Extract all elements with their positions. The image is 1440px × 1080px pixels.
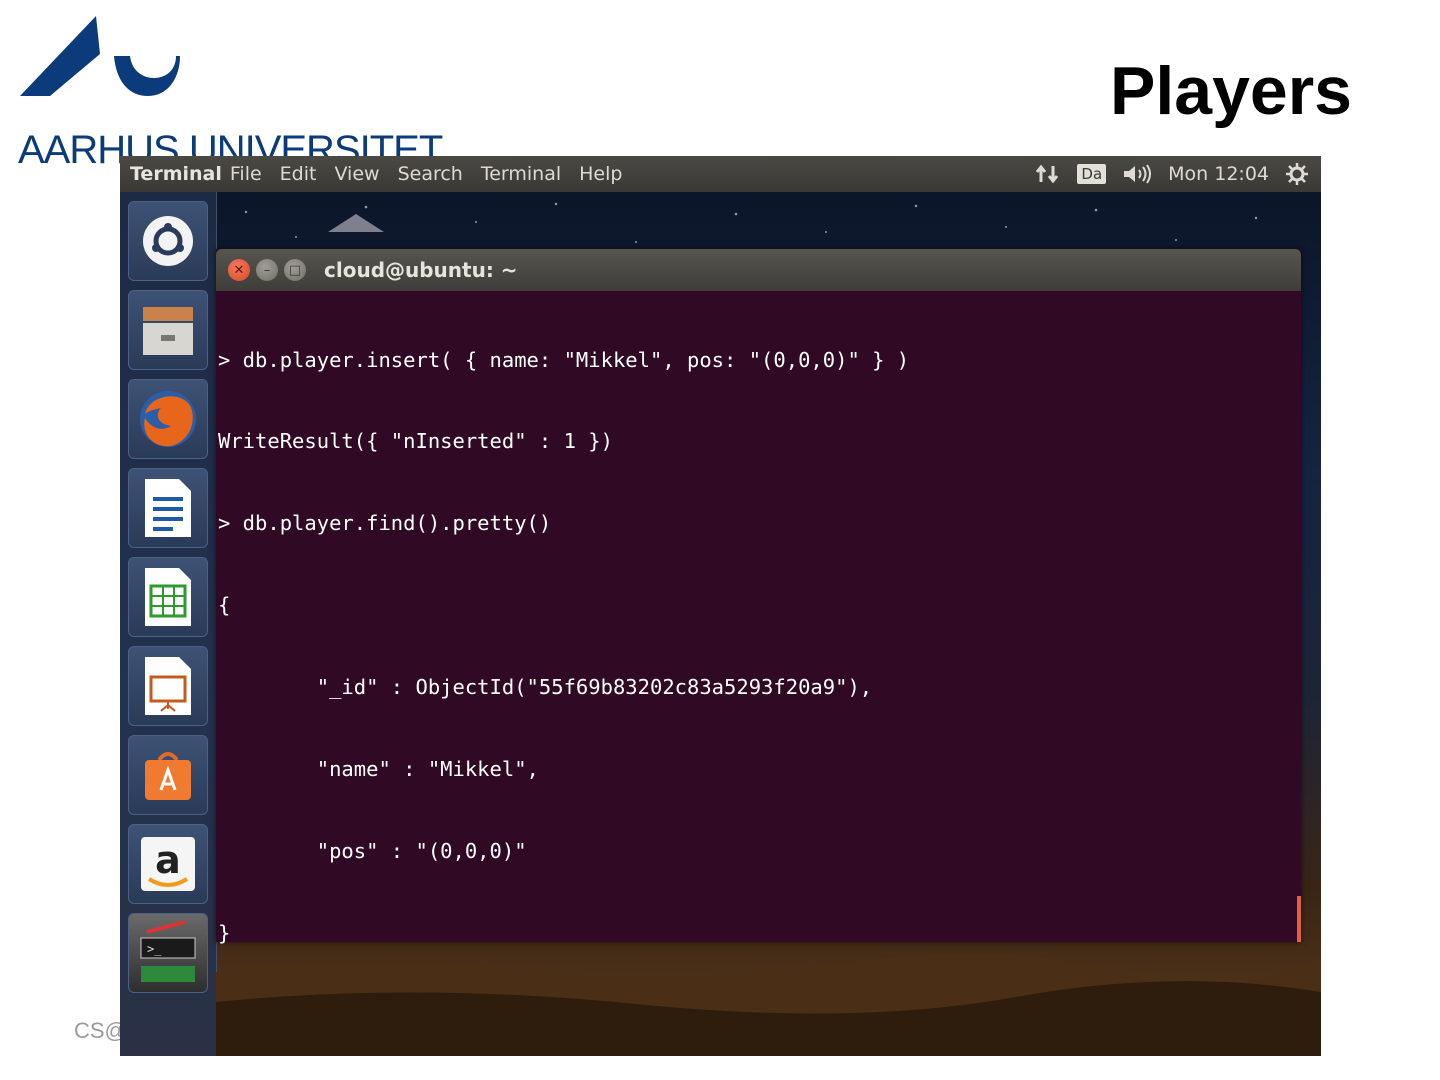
terminal-output[interactable]: > db.player.insert( { name: "Mikkel", po… — [218, 291, 1301, 1027]
stacked-apps-icon[interactable]: >_ — [128, 913, 208, 993]
keyboard-layout-indicator[interactable]: Da — [1077, 164, 1107, 184]
terminal-line: { — [218, 593, 231, 618]
menu-terminal[interactable]: Terminal — [481, 163, 561, 185]
desktop-wallpaper-terrain — [216, 953, 1321, 1056]
ubuntu-screenshot: Terminal File Edit View Search Terminal … — [120, 156, 1321, 1056]
terminal-line: > db.player.insert( { name: "Mikkel", po… — [218, 347, 910, 372]
terminal-titlebar[interactable]: ✕ – □ cloud@ubuntu: ~ — [216, 249, 1301, 291]
terminal-line: "pos" : "(0,0,0)" — [218, 838, 527, 863]
svg-text:a: a — [155, 838, 181, 882]
menu-view[interactable]: View — [334, 163, 379, 185]
writer-icon[interactable] — [128, 468, 208, 548]
firefox-icon[interactable] — [128, 379, 208, 459]
terminal-line: WriteResult({ "nInserted" : 1 }) — [218, 429, 613, 454]
volume-icon[interactable] — [1122, 163, 1152, 185]
slide-title: Players — [1110, 53, 1352, 129]
network-icon[interactable] — [1035, 162, 1061, 186]
close-icon[interactable]: ✕ — [228, 259, 250, 281]
amazon-icon[interactable]: a — [128, 824, 208, 904]
au-logo-mark — [20, 16, 180, 96]
files-icon[interactable] — [128, 290, 208, 370]
keyboard-layout-label: Da — [1077, 164, 1107, 184]
terminal-scrollbar[interactable] — [1297, 896, 1301, 942]
terminal-line: "_id" : ObjectId("55f69b83202c83a5293f20… — [218, 675, 873, 700]
menu-edit[interactable]: Edit — [280, 163, 317, 185]
minimize-icon[interactable]: – — [256, 259, 278, 281]
menu-help[interactable]: Help — [579, 163, 622, 185]
terminal-title: cloud@ubuntu: ~ — [324, 258, 518, 282]
active-app-name: Terminal — [130, 163, 222, 185]
terminal-line: "name" : "Mikkel", — [218, 757, 539, 782]
calc-icon[interactable] — [128, 557, 208, 637]
top-panel: Terminal File Edit View Search Terminal … — [120, 156, 1321, 192]
impress-icon[interactable] — [128, 646, 208, 726]
terminal-line: > db.player.find().pretty() — [218, 511, 552, 536]
unity-launcher: a >_ — [120, 192, 217, 1056]
terminal-window[interactable]: ✕ – □ cloud@ubuntu: ~ > db.player.insert… — [216, 249, 1301, 1027]
au-logo: AARHUS UNIVERSITET — [18, 14, 443, 172]
dash-icon[interactable] — [128, 201, 208, 281]
menu-search[interactable]: Search — [398, 163, 463, 185]
gear-icon[interactable] — [1285, 162, 1309, 186]
menu-file[interactable]: File — [230, 163, 262, 185]
slide-footer: CS@ — [74, 1018, 127, 1043]
svg-text:>_: >_ — [147, 942, 162, 956]
maximize-icon[interactable]: □ — [284, 259, 306, 281]
software-center-icon[interactable] — [128, 735, 208, 815]
clock[interactable]: Mon 12:04 — [1168, 163, 1269, 185]
